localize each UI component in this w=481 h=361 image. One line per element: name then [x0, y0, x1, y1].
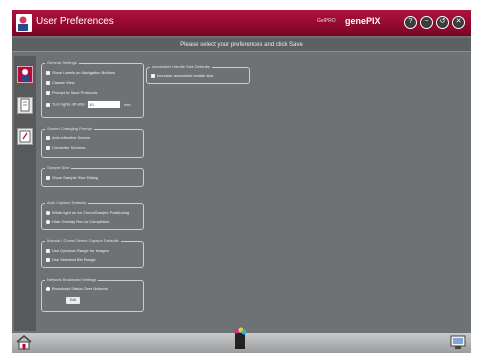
radio-button[interactable] — [46, 219, 50, 224]
option-anti-reflective[interactable]: Anti-reflective Screen — [46, 135, 90, 141]
option-label: Increase annotation handle size — [157, 73, 214, 78]
option-converter-screens[interactable]: Converter Screens — [46, 145, 85, 151]
checkbox[interactable] — [46, 175, 50, 180]
manual-capture-group: Manual / Chemi Series Capture Defaults U… — [41, 238, 144, 268]
home-icon[interactable] — [16, 334, 32, 350]
network-group: Network Broadcast Settings Broadcast Sta… — [41, 277, 144, 312]
nav-settings-button[interactable] — [17, 128, 33, 145]
brand-genepix: genePIX — [345, 16, 381, 26]
option-label: Hide Overlay Run to Completion — [52, 219, 110, 224]
lights-minutes-input[interactable]: 10 — [88, 101, 121, 108]
user-icon — [21, 69, 29, 81]
option-label: Anti-reflective Screen — [52, 135, 91, 140]
group-title: Manual / Chemi Series Capture Defaults — [45, 238, 121, 244]
title-bar: User Preferences GelPRO genePIX ? − ↺ ✕ — [12, 10, 471, 36]
settings-icon — [19, 130, 31, 143]
option-label: Broadcast Status Over Network — [52, 286, 109, 291]
option-prompt-save[interactable]: Prompt to Save Protocols — [46, 90, 97, 96]
nav-document-button[interactable] — [17, 97, 33, 114]
annotation-group: Annotation Handle Size Defaults Increase… — [146, 64, 250, 84]
checkbox[interactable] — [151, 73, 155, 78]
option-label: Use Dynamic Range for Images — [52, 248, 109, 253]
group-title: Auto Capture Defaults — [45, 200, 89, 206]
checkbox[interactable] — [46, 257, 50, 262]
option-increase-handle[interactable]: Increase annotation handle size — [151, 73, 213, 79]
instruction-banner: Please select your preferences and click… — [12, 38, 471, 52]
option-show-labels[interactable]: Show Labels on Navigation Buttons — [46, 70, 115, 76]
checkbox[interactable] — [46, 248, 50, 253]
radio-button[interactable] — [46, 210, 50, 215]
user-prefs-icon — [16, 14, 32, 32]
option-label: Prompt to Save Protocols — [52, 90, 98, 95]
group-title: General Settings — [45, 60, 79, 66]
option-label: Classic View — [52, 80, 75, 85]
checkbox[interactable] — [46, 135, 50, 140]
checkbox[interactable] — [46, 70, 50, 75]
checkbox[interactable] — [46, 80, 50, 85]
option-label: Use Selected Bin Range — [52, 257, 96, 262]
option-classic-view[interactable]: Classic View — [46, 80, 75, 86]
option-broadcast-status[interactable]: Broadcast Status Over Network — [46, 286, 108, 292]
option-label: Converter Screens — [52, 145, 86, 150]
auto-capture-group: Auto Capture Defaults White light on for… — [41, 200, 144, 230]
option-label: White light on for Chem/Sample Positioni… — [52, 210, 130, 215]
group-title: Sample Size — [45, 165, 72, 171]
option-label: Show Labels on Navigation Buttons — [52, 70, 116, 75]
instrument-icon[interactable] — [232, 327, 248, 349]
preferences-window: User Preferences GelPRO genePIX ? − ↺ ✕ … — [12, 10, 471, 353]
unit-label: min — [124, 101, 131, 107]
option-dynamic-range[interactable]: Use Dynamic Range for Images — [46, 248, 109, 254]
option-label: Turn lights off after — [52, 101, 86, 107]
sample-size-group: Sample Size Show Sample Size Dialog — [41, 165, 144, 187]
left-navigation — [14, 56, 36, 331]
edit-network-button[interactable]: Edit — [66, 297, 80, 304]
group-title: Network Broadcast Settings — [45, 277, 99, 283]
restore-button[interactable]: ↺ — [436, 16, 449, 29]
option-label: Show Sample Size Dialog — [52, 175, 99, 180]
option-bin-range[interactable]: Use Selected Bin Range — [46, 257, 96, 263]
help-button[interactable]: ? — [404, 16, 417, 29]
radio-button[interactable] — [46, 286, 50, 291]
general-settings-group: General Settings Show Labels on Navigati… — [41, 60, 144, 118]
option-sample-size-dialog[interactable]: Show Sample Size Dialog — [46, 175, 98, 181]
computer-icon[interactable] — [450, 334, 466, 350]
minimize-button[interactable]: − — [420, 16, 433, 29]
option-lights-off: Turn lights off after 10 min — [46, 101, 131, 108]
brand-gelpro: GelPRO — [317, 18, 336, 24]
checkbox[interactable] — [46, 145, 50, 150]
screen-prompt-group: Screen Changing Prompt Anti-reflective S… — [41, 126, 144, 158]
nav-user-button[interactable] — [17, 66, 33, 83]
option-hide-overlay[interactable]: Hide Overlay Run to Completion — [46, 219, 109, 225]
checkbox[interactable] — [46, 90, 50, 95]
group-title: Screen Changing Prompt — [45, 126, 94, 132]
option-white-light[interactable]: White light on for Chem/Sample Positioni… — [46, 210, 129, 216]
window-title: User Preferences — [36, 16, 114, 27]
document-icon — [20, 98, 30, 112]
close-button[interactable]: ✕ — [452, 16, 465, 29]
bottom-toolbar — [12, 327, 471, 353]
checkbox[interactable] — [46, 102, 50, 107]
group-title: Annotation Handle Size Defaults — [150, 64, 212, 70]
